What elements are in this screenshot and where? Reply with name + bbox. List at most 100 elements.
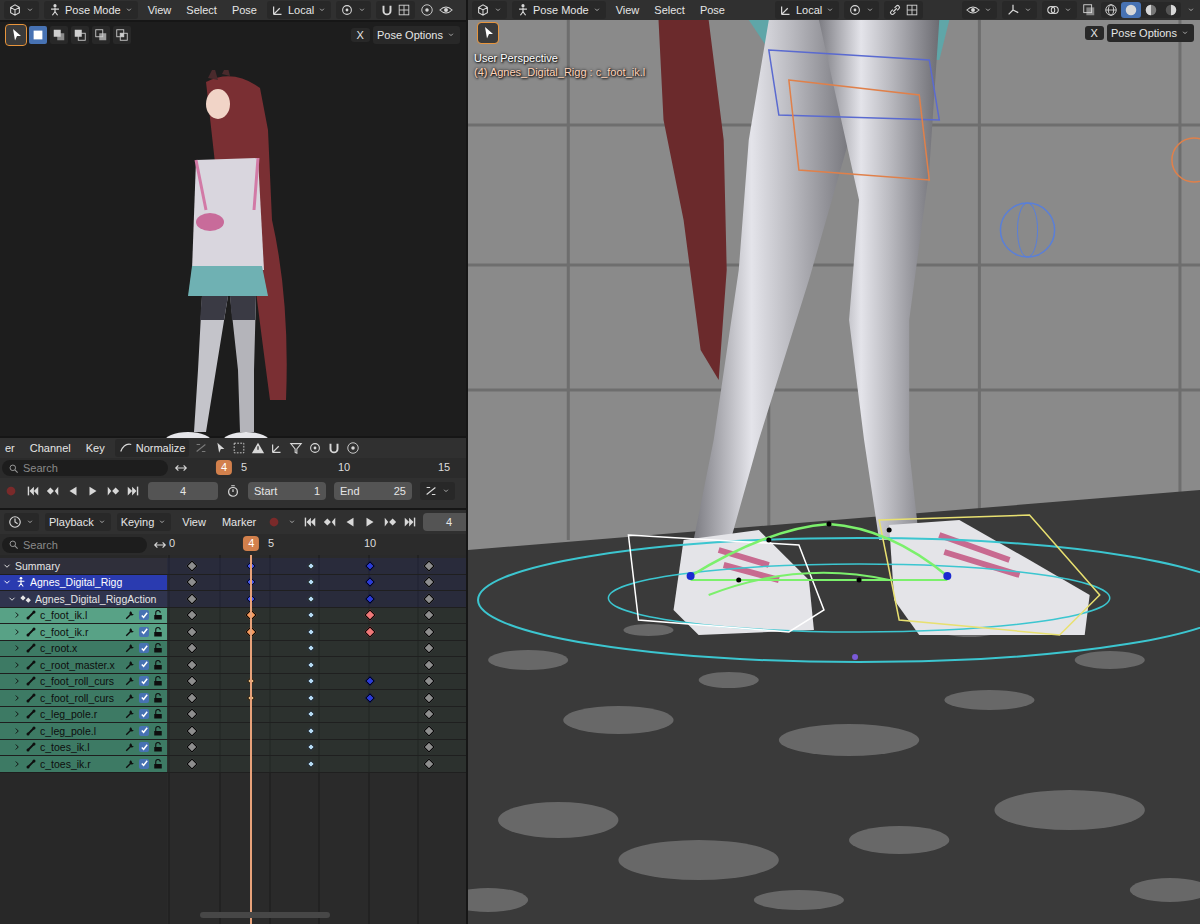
menu-item[interactable]: Marker (217, 516, 261, 528)
keyframe[interactable] (424, 742, 435, 753)
pose-options-dropdown[interactable]: Pose Options (373, 26, 460, 44)
lock-icon[interactable] (152, 626, 164, 638)
channel-row[interactable]: Summary (0, 558, 167, 575)
menu-item[interactable]: View (611, 4, 645, 16)
jump-start-icon[interactable] (303, 515, 317, 529)
channel-row[interactable]: c_leg_pole.r (0, 707, 167, 724)
enable-checkbox[interactable] (139, 709, 149, 719)
modifier-wrench-icon[interactable] (124, 725, 136, 737)
foot-ik-left-control[interactable] (628, 535, 824, 632)
channel-row[interactable]: c_root.x (0, 641, 167, 658)
refresh-icon[interactable] (194, 441, 208, 455)
channel-row[interactable]: c_root_master.x (0, 657, 167, 674)
keyframe-area[interactable] (167, 555, 466, 924)
enable-checkbox[interactable] (139, 759, 149, 769)
crop-icon[interactable] (270, 441, 284, 455)
channel-row[interactable]: c_foot_ik.l (0, 608, 167, 625)
keyframe[interactable] (186, 742, 197, 753)
prev-keyframe-icon[interactable] (46, 484, 60, 498)
foot-ik-right-control[interactable] (879, 515, 1100, 635)
shading-button[interactable] (1161, 2, 1181, 18)
lock-icon[interactable] (152, 725, 164, 737)
lock-icon[interactable] (152, 659, 164, 671)
modifier-wrench-icon[interactable] (124, 675, 136, 687)
modifier-wrench-icon[interactable] (124, 758, 136, 770)
keyframe[interactable] (365, 594, 375, 604)
shading-button[interactable] (1141, 2, 1161, 18)
keyframe[interactable] (365, 693, 375, 703)
enable-checkbox[interactable] (139, 660, 149, 670)
keyframe[interactable] (306, 611, 314, 619)
pivot-icon[interactable] (308, 441, 322, 455)
enable-checkbox[interactable] (139, 610, 149, 620)
modifier-wrench-icon[interactable] (124, 642, 136, 654)
left-viewport[interactable]: X Pose Options (0, 22, 466, 436)
keyframe[interactable] (186, 709, 197, 720)
pose-options-dropdown[interactable]: Pose Options (1107, 24, 1194, 42)
pivot-dropdown[interactable] (336, 1, 371, 19)
lock-icon[interactable] (152, 758, 164, 770)
swap-icon[interactable] (153, 538, 167, 552)
menu-item[interactable]: View (177, 516, 211, 528)
keyframe[interactable] (424, 709, 435, 720)
menu-item[interactable]: Channel (25, 442, 76, 454)
keyframe[interactable] (424, 758, 435, 769)
frame-field[interactable]: 4 (148, 482, 218, 500)
select-mode-icon[interactable] (113, 26, 131, 44)
loop-dropdown[interactable] (420, 482, 455, 500)
editor-type-dropdown[interactable] (472, 1, 507, 19)
current-frame-badge[interactable]: 4 (216, 460, 232, 475)
menu-dropdown[interactable]: Playback (45, 513, 111, 531)
horizontal-scrollbar[interactable] (200, 912, 330, 918)
start-field[interactable]: Start1 (248, 482, 326, 500)
keyframe[interactable] (186, 577, 197, 588)
orientation-dropdown[interactable]: Local (775, 1, 839, 19)
menu-item[interactable]: Pose (227, 4, 262, 16)
visibility-dropdown[interactable] (962, 1, 997, 19)
box-select-icon[interactable] (232, 441, 246, 455)
keyframe[interactable] (306, 727, 314, 735)
enable-checkbox[interactable] (139, 742, 149, 752)
lock-icon[interactable] (152, 642, 164, 654)
expand-arrow-icon[interactable] (12, 726, 22, 736)
enable-checkbox[interactable] (139, 643, 149, 653)
keyframe[interactable] (306, 628, 314, 636)
select-tool-icon[interactable] (478, 23, 498, 43)
menu-item[interactable]: View (143, 4, 177, 16)
proportional-icon[interactable] (346, 441, 360, 455)
expand-arrow-icon[interactable] (12, 693, 22, 703)
channel-row[interactable]: c_toes_ik.l (0, 740, 167, 757)
keyframe[interactable] (306, 743, 314, 751)
keyframe[interactable] (424, 560, 435, 571)
keyframe[interactable] (306, 644, 314, 652)
next-keyframe-icon[interactable] (383, 515, 397, 529)
pivot-dropdown[interactable] (844, 1, 879, 19)
jump-end-icon[interactable] (126, 484, 140, 498)
keyframe[interactable] (364, 626, 375, 637)
keyframe[interactable] (186, 610, 197, 621)
channel-row[interactable]: c_foot_roll_curs (0, 690, 167, 707)
keyframe[interactable] (424, 593, 435, 604)
menu-item[interactable]: Key (81, 442, 110, 454)
keyframe[interactable] (186, 593, 197, 604)
pole-control[interactable] (1000, 203, 1054, 257)
menu-item[interactable]: er (0, 442, 20, 454)
expand-arrow-icon[interactable] (12, 627, 22, 637)
frame-ruler[interactable]: 51015 4 (188, 458, 466, 478)
channel-row[interactable]: c_foot_ik.r (0, 624, 167, 641)
play-icon[interactable] (363, 515, 377, 529)
keyframe[interactable] (306, 760, 314, 768)
chevron-icon[interactable] (1186, 5, 1196, 15)
lock-icon[interactable] (152, 609, 164, 621)
xray-icon[interactable] (1082, 3, 1096, 17)
current-frame-badge[interactable]: 4 (243, 536, 259, 551)
enable-checkbox[interactable] (139, 627, 149, 637)
lock-icon[interactable] (152, 708, 164, 720)
warning-icon[interactable] (251, 441, 265, 455)
keyframe[interactable] (424, 610, 435, 621)
frame-field[interactable]: 4 (423, 513, 466, 531)
snap-dropdown[interactable] (884, 1, 923, 19)
mode-dropdown[interactable]: Pose Mode (512, 1, 606, 19)
magnet-icon[interactable] (327, 441, 341, 455)
autokey-record-icon[interactable] (267, 515, 281, 529)
